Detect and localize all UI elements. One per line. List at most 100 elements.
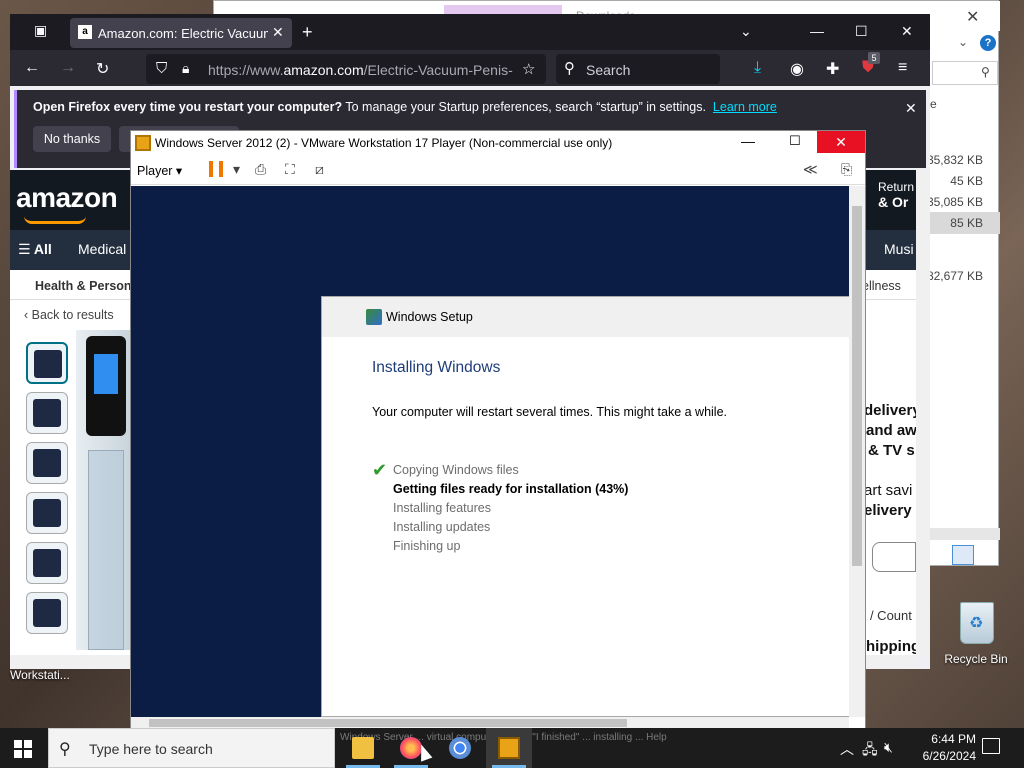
bookmark-star-icon[interactable]: ☆ (522, 60, 535, 78)
desktop-icon-label[interactable]: Workstati... (10, 668, 70, 682)
setup-title: Windows Setup (386, 310, 473, 324)
clock-time[interactable]: 6:44 PM (900, 732, 976, 746)
search-icon: ⚲ (564, 60, 575, 77)
minimize-icon[interactable]: — (741, 133, 755, 149)
windows-setup-icon (366, 309, 382, 325)
chevron-down-icon[interactable]: ⌄ (958, 35, 968, 49)
back-to-results-link[interactable]: ‹ Back to results (24, 308, 114, 322)
send-ctrl-alt-del-icon[interactable]: ⎙ (255, 161, 266, 178)
collapse-icon[interactable]: ≪ (803, 161, 818, 178)
details-view-icon[interactable] (952, 545, 974, 565)
delivery-text: elivery (864, 502, 912, 519)
thumbnail-image (33, 449, 61, 477)
tab-amazon[interactable]: a Amazon.com: Electric Vacuum P ✕ (70, 18, 292, 48)
volume-muted-icon[interactable]: 🔇︎ (884, 739, 893, 756)
orders-label[interactable]: & Or (878, 194, 908, 210)
vm-vscroll-thumb[interactable] (852, 206, 862, 566)
file-size: 45 KB (950, 174, 983, 188)
url-bar[interactable]: ⛉ 🔒︎ https://www.amazon.com/Electric-Vac… (146, 54, 546, 84)
clock-date[interactable]: 6/26/2024 (900, 749, 976, 763)
product-thumbnail[interactable] (26, 442, 68, 484)
product-thumbnail[interactable] (26, 592, 68, 634)
file-size: 35,832 KB (926, 153, 983, 167)
recycle-bin[interactable]: ♻ Recycle Bin (944, 600, 1008, 670)
vm-hscroll-thumb[interactable] (149, 719, 627, 727)
minimize-icon[interactable]: — (810, 23, 824, 39)
tab-title: Amazon.com: Electric Vacuum P (98, 26, 268, 41)
nav-music[interactable]: Musi (884, 241, 914, 257)
product-tube (88, 450, 124, 650)
explorer-hscrollbar[interactable] (930, 528, 1000, 540)
product-screen (94, 354, 118, 394)
close-icon[interactable]: ✕ (901, 23, 913, 40)
file-size: 85 KB (950, 216, 983, 230)
returns-label[interactable]: Return (878, 180, 914, 194)
product-thumbnail[interactable] (26, 342, 68, 384)
close-button[interactable]: ✕ (817, 131, 865, 153)
setup-step: Installing updates (393, 520, 491, 534)
vm-vscrollbar[interactable] (849, 186, 865, 717)
unity-icon[interactable]: ⧄ (315, 161, 324, 178)
notifications-icon[interactable] (982, 738, 1000, 754)
amazon-logo[interactable]: amazon (16, 182, 118, 214)
learn-more-link[interactable]: Learn more (713, 100, 777, 114)
help-icon[interactable]: ? (980, 35, 996, 51)
maximize-icon[interactable]: ☐ (789, 133, 801, 149)
taskbar-vmware[interactable] (486, 728, 532, 768)
tab-list-icon[interactable]: ▣ (34, 22, 47, 39)
pause-dropdown-icon[interactable]: ▾ (233, 161, 240, 178)
subnav-health[interactable]: Health & Persona (35, 279, 139, 293)
fullscreen-icon[interactable]: ⛶ (285, 161, 295, 178)
recycle-bin-label: Recycle Bin (944, 652, 1008, 666)
page-vscrollbar[interactable] (916, 170, 930, 656)
windows-start-icon[interactable] (14, 740, 32, 758)
product-thumbnail[interactable] (26, 492, 68, 534)
tab-close-icon[interactable]: ✕ (272, 24, 284, 41)
no-thanks-button[interactable]: No thanks (33, 126, 111, 152)
thumbnail-image (34, 350, 62, 378)
thumbnail-image (33, 399, 61, 427)
taskbar-search[interactable]: ⚲ Type here to search (48, 728, 335, 768)
taskbar-file-explorer[interactable] (340, 728, 386, 768)
player-menu-button[interactable]: Player ▾ (137, 163, 182, 178)
savings-text: art savi (864, 482, 913, 499)
show-hidden-icons-icon[interactable]: ︿ (840, 739, 854, 759)
vmware-icon (498, 737, 520, 759)
product-main-image[interactable] (76, 330, 130, 650)
lock-icon[interactable]: 🔒︎ (182, 60, 189, 77)
new-tab-icon[interactable]: + (302, 22, 313, 43)
thumbnail-image (33, 549, 61, 577)
explorer-column-stub: e (930, 97, 937, 111)
network-icon[interactable]: 🖧︎ (862, 739, 878, 763)
file-size: 35,085 KB (926, 195, 983, 209)
vm-display[interactable]: Windows Setup Installing Windows Your co… (131, 186, 852, 717)
taskbar-chrome[interactable] (437, 728, 483, 768)
maximize-icon[interactable]: ☐ (855, 23, 868, 40)
list-all-tabs-icon[interactable]: ⌄ (740, 23, 752, 40)
explorer-search-input[interactable]: ⚲ (932, 61, 998, 85)
close-icon[interactable]: ✕ (905, 100, 917, 117)
setup-step-active: Getting files ready for installation (43… (393, 482, 629, 496)
nav-medical[interactable]: Medical (78, 241, 126, 257)
setup-step: Finishing up (393, 539, 461, 553)
menu-icon[interactable]: ≡ (898, 59, 907, 77)
delivery-text: delivery (864, 402, 921, 419)
vmware-window[interactable]: Windows Server 2012 (2) - VMware Worksta… (130, 130, 866, 730)
reload-icon[interactable]: ↻ (96, 59, 109, 79)
product-thumbnail[interactable] (26, 392, 68, 434)
subnav-wellness[interactable]: ellness (862, 279, 901, 293)
downloads-icon[interactable]: ⤓ (754, 59, 761, 77)
back-icon[interactable]: ← (24, 59, 40, 77)
shield-icon[interactable]: ⛉ (156, 60, 167, 77)
removable-devices-icon[interactable]: ⎘ (841, 161, 852, 178)
close-icon[interactable]: ✕ (966, 7, 979, 27)
pause-icon[interactable] (209, 161, 223, 177)
notification-text: Open Firefox every time you restart your… (33, 100, 777, 114)
quantity-button[interactable] (872, 542, 916, 572)
extensions-icon[interactable]: ✚ (826, 59, 839, 79)
product-thumbnail[interactable] (26, 542, 68, 584)
account-icon[interactable]: ◉ (790, 59, 804, 79)
forward-icon[interactable]: → (60, 59, 76, 77)
search-input[interactable]: ⚲ Search (556, 54, 720, 84)
all-menu-button[interactable]: ☰ All (18, 241, 52, 258)
